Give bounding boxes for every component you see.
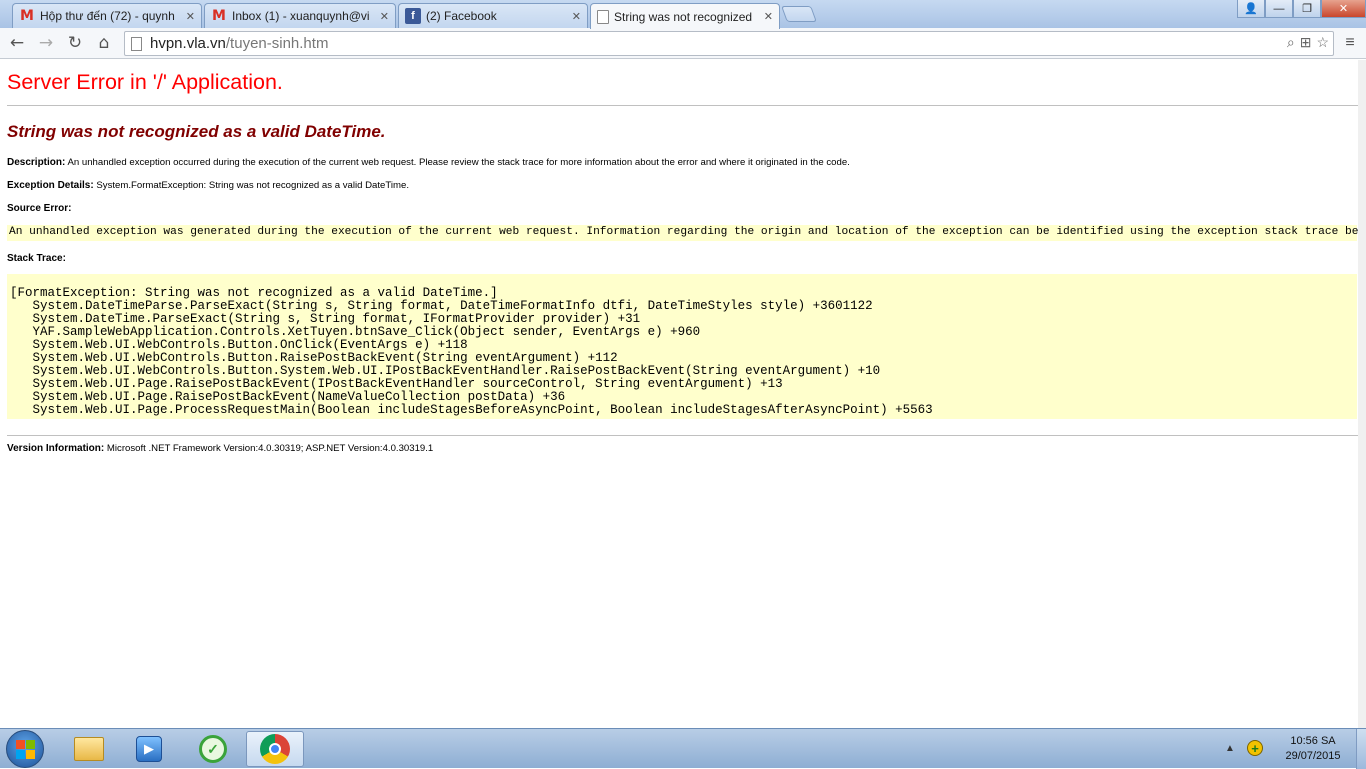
tab-error-page[interactable]: String was not recognized ✕ — [590, 3, 780, 29]
taskbar-explorer[interactable] — [60, 731, 118, 767]
divider — [7, 435, 1359, 436]
chrome-icon — [260, 734, 290, 764]
reload-button[interactable]: ↻ — [64, 32, 86, 54]
windows-logo-icon — [26, 740, 35, 749]
description-label: Description: — [7, 157, 66, 168]
windows-logo-icon — [26, 750, 35, 759]
close-icon[interactable]: ✕ — [380, 10, 389, 23]
description-text: An unhandled exception occurred during t… — [65, 157, 850, 168]
network-tray-icon[interactable]: + — [1247, 740, 1263, 756]
folder-icon — [74, 737, 104, 761]
page-title: Server Error in '/' Application. — [7, 70, 283, 94]
close-window-button[interactable]: ✕ — [1321, 0, 1366, 18]
browser-toolbar: ← → ↻ ⌂ hvpn.vla.vn/tuyen-sinh.htm ⌕ ⊞ ☆… — [0, 28, 1366, 59]
exception-label: Exception Details: — [7, 180, 94, 191]
gmail-icon: M — [20, 8, 34, 24]
facebook-icon: f — [405, 8, 421, 24]
tab-title: Hộp thư đến (72) - quynh — [40, 9, 175, 23]
omnibox-icons: ⌕ ⊞ ☆ — [1287, 34, 1329, 51]
restore-button[interactable]: ❐ — [1293, 0, 1321, 18]
version-line: Version Information: Microsoft .NET Fram… — [7, 443, 433, 454]
taskbar-chrome[interactable] — [246, 731, 304, 767]
windows-logo-icon — [16, 740, 25, 749]
page-icon — [597, 9, 609, 24]
tab-strip: M Hộp thư đến (72) - quynh ✕ M Inbox (1)… — [0, 0, 1366, 29]
tab-title: (2) Facebook — [426, 9, 497, 23]
clock-time: 10:56 SA — [1290, 735, 1336, 747]
source-error-box: An unhandled exception was generated dur… — [7, 225, 1366, 241]
stack-trace-line: System.Web.UI.Page.ProcessRequestMain(Bo… — [10, 403, 933, 417]
taskbar-coccoc[interactable]: ✓ — [184, 731, 242, 767]
coccoc-browser-icon: ✓ — [199, 735, 227, 763]
tab-title: String was not recognized — [614, 9, 753, 24]
close-icon[interactable]: ✕ — [186, 10, 195, 23]
chrome-menu-icon[interactable]: ≡ — [1340, 33, 1360, 53]
home-button[interactable]: ⌂ — [93, 32, 115, 54]
close-icon[interactable]: ✕ — [764, 10, 773, 23]
minimize-button[interactable]: — — [1265, 0, 1293, 18]
media-player-icon: ▶ — [136, 736, 162, 762]
show-desktop-button[interactable] — [1356, 729, 1366, 769]
tab-gmail-inbox[interactable]: M Inbox (1) - xuanquynh@vi ✕ — [204, 3, 396, 28]
start-button[interactable] — [6, 730, 44, 768]
tab-gmail-inbox-vn[interactable]: M Hộp thư đến (72) - quynh ✕ — [12, 3, 202, 28]
translate-icon[interactable]: ⊞ — [1300, 34, 1312, 51]
tab-title: Inbox (1) - xuanquynh@vi — [232, 9, 370, 23]
stack-trace-heading: Stack Trace: — [7, 253, 66, 264]
user-icon[interactable]: 👤 — [1237, 0, 1265, 18]
taskbar-media-player[interactable]: ▶ — [120, 731, 178, 767]
vertical-scrollbar[interactable] — [1358, 60, 1366, 728]
windows-logo-icon — [16, 750, 25, 759]
forward-button[interactable]: → — [35, 32, 57, 54]
error-subtitle: String was not recognized as a valid Dat… — [7, 122, 386, 141]
gmail-icon: M — [212, 8, 226, 24]
address-bar[interactable]: hvpn.vla.vn/tuyen-sinh.htm ⌕ ⊞ ☆ — [124, 31, 1334, 56]
clock-date: 29/07/2015 — [1285, 750, 1341, 762]
version-label: Version Information: — [7, 443, 105, 454]
description-line: Description: An unhandled exception occu… — [7, 157, 850, 168]
url-host: hvpn.vla.vn — [150, 35, 226, 52]
version-text: Microsoft .NET Framework Version:4.0.303… — [104, 443, 434, 454]
exception-line: Exception Details: System.FormatExceptio… — [7, 180, 409, 191]
system-clock[interactable]: 10:56 SA 29/07/2015 — [1278, 734, 1348, 764]
bookmark-star-icon[interactable]: ☆ — [1316, 34, 1329, 51]
back-button[interactable]: ← — [6, 32, 28, 54]
exception-text: System.FormatException: String was not r… — [93, 180, 410, 191]
tab-facebook[interactable]: f (2) Facebook ✕ — [398, 3, 588, 28]
page-content: Server Error in '/' Application. String … — [0, 60, 1366, 728]
new-tab-button[interactable] — [781, 6, 817, 22]
url-path: /tuyen-sinh.htm — [225, 35, 329, 52]
source-error-heading: Source Error: — [7, 203, 72, 214]
page-icon — [131, 36, 142, 51]
windows-taskbar: ▶ ✓ ▲ + 10:56 SA 29/07/2015 — [0, 728, 1366, 769]
zoom-icon[interactable]: ⌕ — [1287, 34, 1295, 51]
stack-trace-box: [FormatException: String was not recogni… — [7, 274, 1357, 419]
close-icon[interactable]: ✕ — [572, 10, 581, 23]
show-hidden-icons-icon[interactable]: ▲ — [1225, 743, 1235, 754]
divider — [7, 105, 1359, 106]
url-text[interactable]: hvpn.vla.vn/tuyen-sinh.htm — [150, 35, 328, 52]
